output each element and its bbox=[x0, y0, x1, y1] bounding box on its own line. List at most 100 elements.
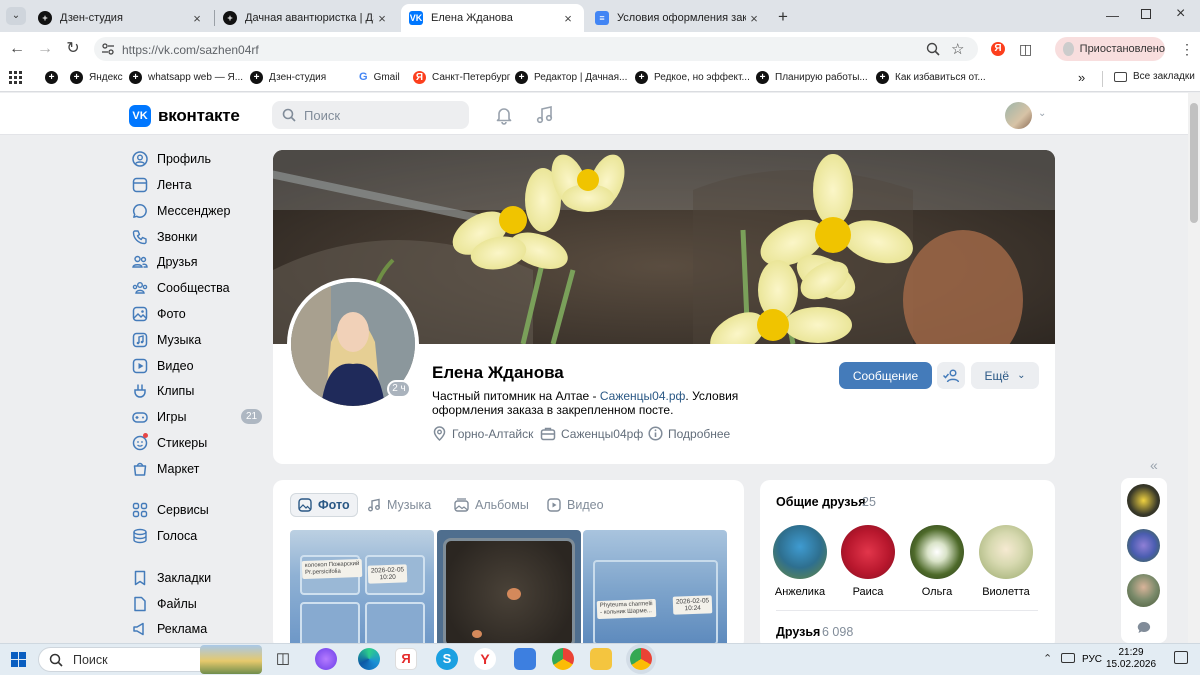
menu-icon[interactable]: ⋮ bbox=[1180, 41, 1194, 58]
search-input[interactable]: Поиск bbox=[272, 101, 469, 129]
yandex-extension-icon[interactable]: Я bbox=[991, 42, 1005, 56]
chat-bubble-icon[interactable] bbox=[1137, 621, 1151, 637]
bookmark-item[interactable]: + Как избавиться от... bbox=[876, 71, 986, 84]
system-clock[interactable]: 21:29 15.02.2026 bbox=[1106, 647, 1156, 671]
friend-item[interactable]: Виолетта bbox=[978, 525, 1034, 598]
sidebar-item-calls[interactable]: Звонки bbox=[131, 228, 197, 245]
sidebar-item-files[interactable]: Файлы bbox=[131, 595, 197, 612]
tab-video[interactable]: Видео bbox=[540, 493, 611, 517]
sidebar-item-communities[interactable]: Сообщества bbox=[131, 279, 230, 296]
sidebar-item-ads[interactable]: Реклама bbox=[131, 620, 207, 637]
apps-grid-icon[interactable] bbox=[9, 71, 22, 84]
site-info-icon[interactable] bbox=[101, 42, 115, 56]
friend-item[interactable]: Ольга bbox=[909, 525, 965, 598]
common-friends-title[interactable]: Общие друзья bbox=[776, 495, 865, 509]
new-tab-button[interactable]: + bbox=[778, 7, 788, 27]
sidebar-item-votes[interactable]: Голоса bbox=[131, 527, 197, 544]
close-icon[interactable]: × bbox=[560, 11, 576, 26]
edge-browser-icon[interactable] bbox=[358, 648, 380, 670]
sidebar-item-feed[interactable]: Лента bbox=[131, 176, 192, 193]
friend-item[interactable]: Анжелика bbox=[772, 525, 828, 598]
photo-thumbnail[interactable] bbox=[437, 530, 581, 645]
meeting-app-icon[interactable] bbox=[514, 648, 536, 670]
chrome-active-icon[interactable] bbox=[630, 648, 652, 670]
yandex-app-icon[interactable]: Y bbox=[474, 648, 496, 670]
close-icon[interactable]: × bbox=[374, 11, 390, 26]
music-player-icon[interactable] bbox=[535, 105, 555, 125]
extensions-icon[interactable]: ◫ bbox=[1019, 41, 1032, 58]
close-window-button[interactable]: × bbox=[1176, 5, 1185, 23]
tab-music[interactable]: Музыка bbox=[360, 493, 438, 517]
sidebar-item-games[interactable]: Игры bbox=[131, 408, 186, 425]
sidebar-item-music[interactable]: Музыка bbox=[131, 331, 201, 348]
sidebar-item-video[interactable]: Видео bbox=[131, 357, 194, 374]
chat-avatar[interactable] bbox=[1127, 574, 1160, 607]
minimize-button[interactable]: — bbox=[1106, 8, 1119, 23]
bookmark-item[interactable]: Я Санкт-Петербург bbox=[413, 71, 510, 84]
bookmark-item[interactable]: + Редкое, но эффект... bbox=[635, 71, 750, 84]
bookmark-item[interactable]: + Дзен-студия bbox=[250, 71, 326, 84]
sidebar-item-profile[interactable]: Профиль bbox=[131, 150, 211, 167]
photo-thumbnail[interactable]: Phyteuma charmelii - кольник Шарме... 202… bbox=[583, 530, 727, 645]
sidebar-item-messenger[interactable]: Мессенджер bbox=[131, 202, 230, 219]
back-button[interactable]: ← bbox=[7, 39, 27, 59]
scrollbar-thumb[interactable] bbox=[1190, 103, 1198, 223]
profile-more-info[interactable]: Подробнее bbox=[648, 426, 730, 441]
sidebar-item-stickers[interactable]: Стикеры bbox=[131, 433, 207, 451]
bookmark-item[interactable]: + Яндекс bbox=[70, 71, 123, 84]
bookmark-item[interactable]: G Gmail bbox=[359, 71, 400, 83]
sidebar-item-friends[interactable]: Друзья bbox=[131, 253, 198, 270]
profile-location[interactable]: Горно-Алтайск bbox=[432, 426, 533, 441]
tab-albums[interactable]: Альбомы bbox=[447, 493, 536, 517]
all-bookmarks-button[interactable]: Все закладки bbox=[1114, 71, 1195, 82]
user-avatar-menu[interactable] bbox=[1005, 102, 1032, 129]
friend-status-button[interactable] bbox=[937, 362, 965, 389]
browser-tab-dachnaya[interactable]: + Дачная авантюристка | Дзен × bbox=[215, 4, 398, 32]
bookmark-item[interactable]: + Редактор | Дачная... bbox=[515, 71, 627, 84]
chat-avatar[interactable] bbox=[1127, 529, 1160, 562]
windows-start-icon[interactable] bbox=[11, 652, 26, 670]
close-icon[interactable]: × bbox=[189, 11, 205, 26]
star-icon[interactable]: ☆ bbox=[951, 40, 964, 58]
browser-tab-dzen-studio[interactable]: + Дзен-студия × bbox=[30, 4, 213, 32]
more-actions-button[interactable]: Ещё ⌄ bbox=[971, 362, 1039, 389]
sidebar-item-market[interactable]: Маркет bbox=[131, 460, 199, 477]
maximize-button[interactable] bbox=[1141, 9, 1151, 19]
notifications-icon[interactable] bbox=[1174, 651, 1188, 664]
file-explorer-icon[interactable] bbox=[590, 648, 612, 670]
message-button[interactable]: Сообщение bbox=[839, 362, 932, 389]
bookmark-item[interactable]: + bbox=[45, 71, 64, 84]
browser-tab-elena[interactable]: VK Елена Жданова × bbox=[401, 4, 584, 32]
chrome-icon[interactable] bbox=[552, 648, 574, 670]
sidebar-item-bookmarks[interactable]: Закладки bbox=[131, 569, 211, 586]
browser-tab-order-conditions[interactable]: ≡ Условия оформления заказа - × bbox=[587, 4, 770, 32]
vk-logo[interactable]: VK вконтакте bbox=[129, 105, 240, 127]
profile-work[interactable]: Саженцы04рф bbox=[540, 426, 643, 441]
bookmark-item[interactable]: + Планирую работы... bbox=[756, 71, 868, 84]
skype-icon[interactable]: S bbox=[436, 648, 458, 670]
photo-thumbnail[interactable]: колокол Пожарский Pr.persicifolia 2026-02… bbox=[290, 530, 434, 645]
sidebar-item-services[interactable]: Сервисы bbox=[131, 501, 209, 518]
tab-photos[interactable]: Фото bbox=[290, 493, 358, 517]
profile-paused-button[interactable]: Приостановлено bbox=[1055, 37, 1165, 61]
network-icon[interactable] bbox=[1061, 653, 1075, 663]
collapse-chats-icon[interactable]: « bbox=[1150, 457, 1158, 473]
tab-search-button[interactable]: ⌄ bbox=[6, 7, 26, 25]
bookmark-item[interactable]: + whatsapp web — Я... bbox=[129, 71, 243, 84]
notifications-bell-icon[interactable] bbox=[494, 105, 514, 125]
page-scrollbar[interactable] bbox=[1188, 93, 1200, 643]
chat-avatar[interactable] bbox=[1127, 484, 1160, 517]
url-text[interactable]: https://vk.com/sazhen04rf bbox=[122, 43, 259, 57]
reload-button[interactable]: ↻ bbox=[63, 39, 83, 59]
status-link[interactable]: Саженцы04.рф bbox=[600, 389, 686, 403]
more-bookmarks-button[interactable]: » bbox=[1078, 70, 1085, 85]
all-friends-title[interactable]: Друзья bbox=[776, 625, 820, 639]
input-language[interactable]: РУС bbox=[1082, 654, 1102, 665]
sidebar-item-photos[interactable]: Фото bbox=[131, 305, 186, 322]
forward-button[interactable]: → bbox=[35, 39, 55, 59]
chevron-up-icon[interactable]: ⌃ bbox=[1043, 652, 1052, 665]
task-view-icon[interactable]: ◫ bbox=[272, 648, 294, 670]
zoom-icon[interactable] bbox=[926, 42, 940, 59]
yandex-browser-icon[interactable]: Я bbox=[395, 648, 417, 670]
alice-assistant-icon[interactable] bbox=[315, 648, 337, 670]
